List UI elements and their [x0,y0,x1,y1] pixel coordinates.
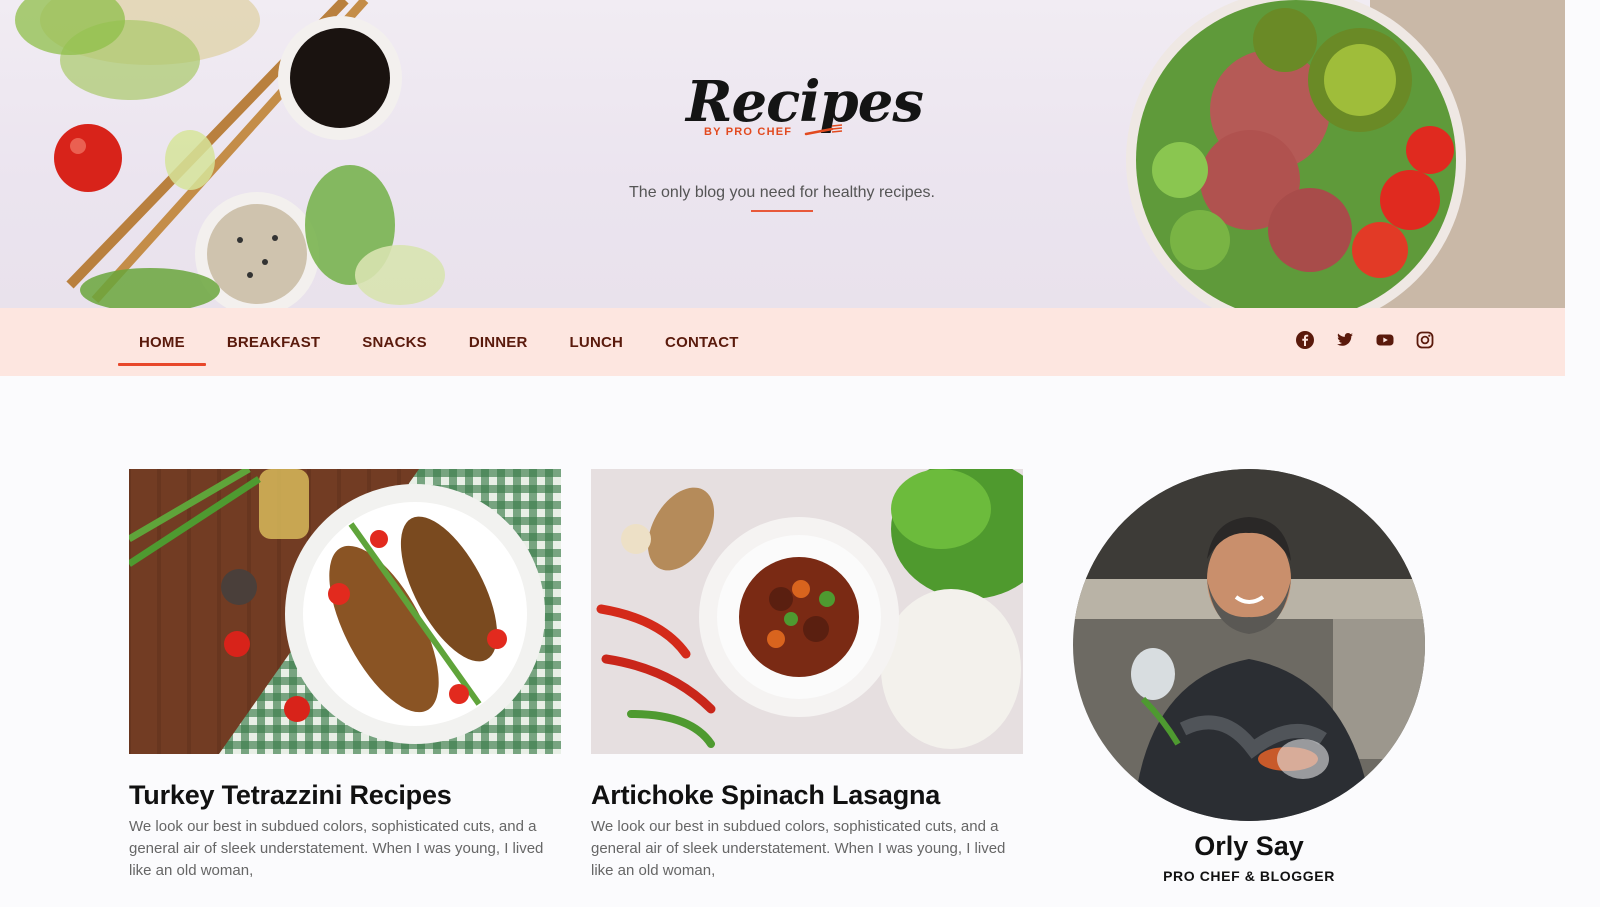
site-logo[interactable]: Recipes BY PRO CHEF [686,70,924,150]
post-title[interactable]: Artichoke Spinach Lasagna [591,778,1023,812]
logo-subtext: BY PRO CHEF [704,126,793,138]
nav-item-lunch[interactable]: LUNCH [549,308,645,376]
post-excerpt: We look our best in subdued colors, soph… [591,818,1006,879]
post-card: Turkey Tetrazzini Recipes We look our be… [129,469,561,882]
social-links [1295,330,1435,350]
nav-item-dinner[interactable]: DINNER [448,308,549,376]
nav-item-snacks[interactable]: SNACKS [341,308,448,376]
fork-icon [804,124,843,136]
post-card: Artichoke Spinach Lasagna We look our be… [591,469,1023,882]
post-image-fish[interactable] [129,469,561,754]
nav-item-contact[interactable]: CONTACT [644,308,760,376]
nav-item-breakfast[interactable]: BREAKFAST [206,308,341,376]
post-title[interactable]: Turkey Tetrazzini Recipes [129,778,561,812]
twitter-icon[interactable] [1335,330,1355,350]
post-excerpt: We look our best in subdued colors, soph… [129,818,544,879]
nav-menu: HOME BREAKFAST SNACKS DINNER LUNCH CONTA… [118,308,760,376]
youtube-icon[interactable] [1375,330,1395,350]
author-name: Orly Say [1194,831,1304,861]
tagline-underline [751,210,813,212]
author-avatar [1073,469,1425,821]
page-gutter [1565,0,1600,907]
post-image-stew[interactable] [591,469,1023,754]
nav-item-home[interactable]: HOME [118,308,206,376]
hero-food-photo [0,0,1565,308]
facebook-icon[interactable] [1295,330,1315,350]
site-tagline: The only blog you need for healthy recip… [629,184,935,201]
author-role: PRO CHEF & BLOGGER [1163,868,1335,884]
instagram-icon[interactable] [1415,330,1435,350]
hero-banner: Recipes BY PRO CHEF The only blog you ne… [0,0,1565,308]
author-widget: Orly Say PRO CHEF & BLOGGER [1073,469,1425,884]
main-navigation: HOME BREAKFAST SNACKS DINNER LUNCH CONTA… [0,308,1565,376]
